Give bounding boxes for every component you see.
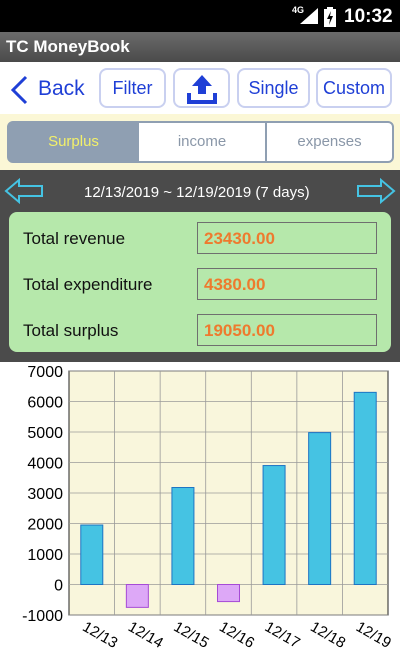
chart-bar (262, 465, 286, 585)
expenditure-value: 4380.00 (197, 268, 377, 300)
battery-charging-icon (324, 7, 336, 27)
totals-card: Total revenue 23430.00 Total expenditure… (9, 212, 391, 352)
y-tick-label: 4000 (27, 456, 63, 473)
custom-label: Custom (322, 78, 385, 98)
date-navigator: 12/13/2019 ~ 12/19/2019 (7 days) (0, 170, 400, 210)
chart-bar (308, 432, 332, 585)
x-tick-label: 12/14 (125, 618, 166, 651)
y-tick-label: 6000 (27, 395, 63, 412)
toolbar: Back Filter Single Custom (0, 62, 400, 114)
filter-button[interactable]: Filter (99, 68, 166, 108)
y-tick-label: 7000 (27, 364, 63, 381)
prev-period-arrow-icon[interactable] (4, 178, 44, 204)
export-button[interactable] (173, 68, 230, 108)
y-tick-label: 0 (54, 578, 63, 595)
chart-bar (353, 391, 377, 585)
x-tick-label: 12/13 (80, 618, 121, 651)
y-tick-label: -1000 (22, 608, 63, 625)
y-tick-label: 5000 (27, 425, 63, 442)
app-title: TC MoneyBook (6, 37, 130, 56)
segmented-tabs: Surplus income expenses (7, 121, 394, 163)
chart-bar (80, 524, 104, 585)
surplus-bar-chart: -10000100020003000400050006000700012/13 1… (22, 364, 394, 652)
expenditure-label: Total expenditure (23, 275, 153, 294)
next-period-arrow-icon[interactable] (356, 178, 396, 204)
x-tick-label: 12/19 (353, 618, 394, 651)
chart-bar (171, 487, 195, 585)
tab-surplus[interactable]: Surplus (9, 123, 138, 161)
x-tick-label: 12/18 (307, 618, 348, 651)
revenue-value: 23430.00 (197, 222, 377, 254)
x-tick-label: 12/15 (171, 618, 212, 651)
tab-income[interactable]: income (139, 123, 265, 161)
tab-surplus-label: Surplus (48, 133, 99, 150)
chart-container: -1000 0 1000 2000 3000 4000 5000 6000 7000 12/13 1… (0, 362, 400, 667)
single-label: Single (248, 78, 299, 98)
revenue-label: Total revenue (23, 229, 126, 248)
y-tick-label: 3000 (27, 486, 63, 503)
status-bar: 4G 10:32 (0, 0, 400, 32)
date-range: 12/13/2019 ~ 12/19/2019 (7 days) (84, 184, 310, 201)
single-button[interactable]: Single (237, 68, 310, 108)
x-tick-label: 12/17 (262, 618, 303, 651)
tab-expenses[interactable]: expenses (267, 123, 392, 161)
tab-expenses-label: expenses (297, 133, 362, 150)
chart-bar (125, 584, 149, 608)
y-tick-label: 1000 (27, 547, 63, 564)
upload-icon (186, 75, 217, 104)
filter-label: Filter (112, 78, 153, 98)
y-tick-label: 2000 (27, 517, 63, 534)
surplus-label: Total surplus (23, 321, 119, 340)
custom-button[interactable]: Custom (316, 68, 392, 108)
signal-icon (300, 8, 318, 24)
chevron-left-icon (10, 75, 28, 105)
clock: 10:32 (344, 6, 393, 27)
surplus-value: 19050.00 (197, 314, 377, 346)
summary-panel: 12/13/2019 ~ 12/19/2019 (7 days) Total r… (0, 170, 400, 362)
chart-bar (217, 584, 240, 603)
tab-bar-container: Surplus income expenses (0, 114, 400, 170)
back-label: Back (38, 77, 85, 100)
x-tick-label: 12/16 (216, 618, 257, 651)
back-button[interactable]: Back (8, 72, 98, 106)
app-title-bar: TC MoneyBook (0, 32, 400, 62)
tab-income-label: income (177, 133, 227, 150)
